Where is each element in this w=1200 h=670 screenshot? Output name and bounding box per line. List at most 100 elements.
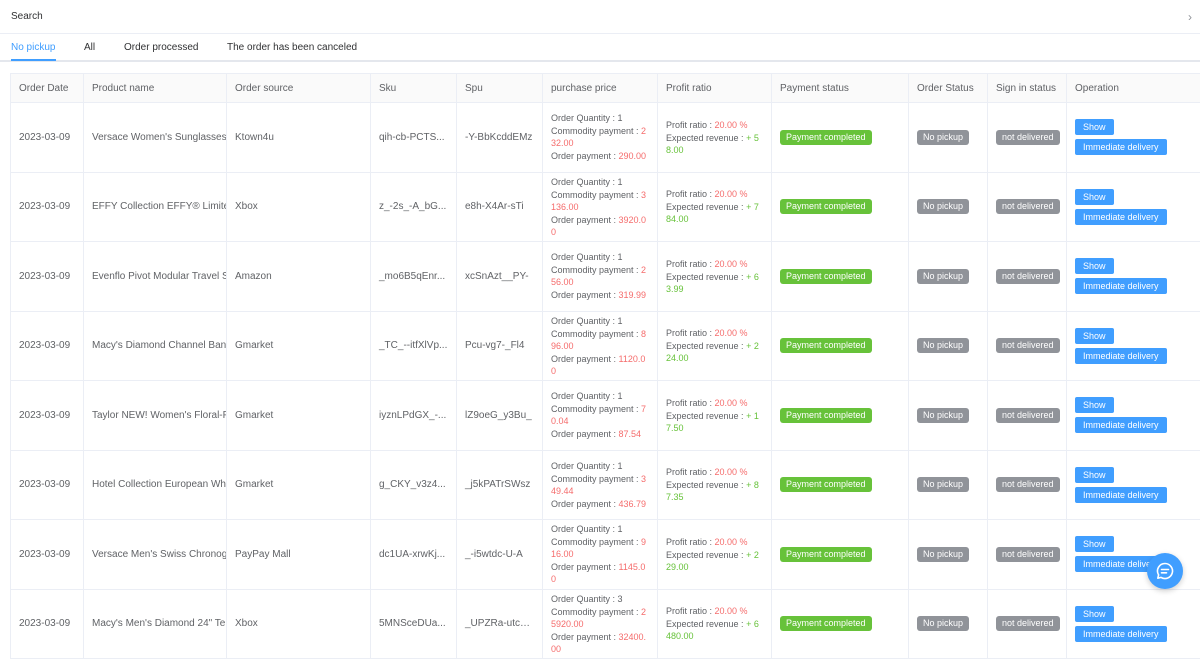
order-date: 2023-03-09 [10,449,84,520]
column-header-profit-ratio: Profit ratio [657,73,772,103]
chat-icon [1156,562,1174,580]
order-payment-label: Order payment : [551,498,619,509]
order-quantity-label: Order Quantity : [551,252,618,263]
order-quantity-label: Order Quantity : [551,460,618,471]
immediate-delivery-button[interactable]: Immediate delivery [1075,625,1167,642]
order-quantity-value: 1 [617,524,623,535]
show-button[interactable]: Show [1075,119,1114,136]
purchase-price-cell: Order Quantity : 1 Commodity payment : 70… [542,380,658,451]
profit-ratio-label: Profit ratio : [666,397,715,408]
payment-status-cell: Payment completed [771,449,909,520]
order-quantity-label: Order Quantity : [551,315,618,326]
table-row: 2023-03-09 Versace Women's Sunglasses V Kt… [10,102,1200,173]
payment-status-cell: Payment completed [771,519,909,590]
table-row: 2023-03-09 Hotel Collection European Whit… [10,449,1200,520]
order-date: 2023-03-09 [10,380,84,451]
operation-cell: Show Immediate delivery [1066,380,1200,451]
search-bar[interactable]: Search › [0,0,1200,34]
immediate-delivery-button[interactable]: Immediate delivery [1075,486,1167,503]
sign-in-status-badge: not delivered [996,199,1060,215]
tab-no-pickup[interactable]: No pickup [11,42,55,53]
purchase-price-cell: Order Quantity : 1 Commodity payment : 91… [542,519,658,590]
sign-in-status-cell: not delivered [987,171,1067,242]
commodity-payment-label: Commodity payment : [551,328,642,339]
operation-cell: Show Immediate delivery [1066,588,1200,659]
order-date: 2023-03-09 [10,241,84,312]
show-button[interactable]: Show [1075,536,1114,553]
profit-ratio-label: Profit ratio : [666,328,715,339]
profit-ratio-value: 20.00 % [714,606,748,617]
order-status-cell: No pickup [908,241,988,312]
sign-in-status-cell: not delivered [987,310,1067,381]
payment-status-badge: Payment completed [780,546,872,562]
tab-order-processed[interactable]: Order processed [124,42,198,53]
expected-revenue-label: Expected revenue : [666,619,747,630]
commodity-payment-label: Commodity payment : [551,265,642,276]
sign-in-status-cell: not delivered [987,241,1067,312]
order-status-badge: No pickup [917,268,970,284]
immediate-delivery-button[interactable]: Immediate delivery [1075,278,1167,295]
order-quantity-label: Order Quantity : [551,113,618,124]
order-date: 2023-03-09 [10,310,84,381]
immediate-delivery-button[interactable]: Immediate delivery [1075,347,1167,364]
show-button[interactable]: Show [1075,466,1114,483]
order-payment-label: Order payment : [551,151,619,162]
purchase-price-cell: Order Quantity : 1 Commodity payment : 34… [542,449,658,520]
show-button[interactable]: Show [1075,605,1114,622]
table-row: 2023-03-09 Evenflo Pivot Modular Travel S… [10,241,1200,312]
order-payment-label: Order payment : [551,562,619,573]
tab-order-canceled[interactable]: The order has been canceled [227,42,357,53]
tab-all[interactable]: All [84,42,95,53]
purchase-price-cell: Order Quantity : 1 Commodity payment : 89… [542,310,658,381]
table-row: 2023-03-09 Taylor NEW! Women's Floral-Pri… [10,380,1200,451]
chat-button[interactable] [1147,553,1183,589]
product-name: Macy's Men's Diamond 24" Tenn [83,588,227,659]
operation-cell: Show Immediate delivery [1066,171,1200,242]
order-source: Gmarket [226,310,371,381]
order-quantity-value: 3 [617,593,623,604]
sign-in-status-cell: not delivered [987,449,1067,520]
expected-revenue-label: Expected revenue : [666,410,747,421]
order-payment-label: Order payment : [551,631,619,642]
immediate-delivery-button[interactable]: Immediate delivery [1075,208,1167,225]
column-header-product-name: Product name [83,73,227,103]
expected-revenue-label: Expected revenue : [666,132,747,143]
order-payment-label: Order payment : [551,214,619,225]
column-header-order-source: Order source [226,73,371,103]
payment-status-cell: Payment completed [771,588,909,659]
profit-ratio-value: 20.00 % [714,189,748,200]
order-tabs: No pickup All Order processed The order … [0,34,1200,62]
profit-ratio-label: Profit ratio : [666,258,715,269]
order-quantity-label: Order Quantity : [551,524,618,535]
profit-ratio-cell: Profit ratio : 20.00 % Expected revenue :… [657,519,772,590]
profit-ratio-value: 20.00 % [714,258,748,269]
order-quantity-value: 1 [617,460,623,471]
order-status-cell: No pickup [908,380,988,451]
chevron-right-icon[interactable]: › [1188,10,1192,24]
payment-status-cell: Payment completed [771,171,909,242]
spu: Pcu-vg7-_Fl4 [456,310,543,381]
profit-ratio-value: 20.00 % [714,536,748,547]
profit-ratio-cell: Profit ratio : 20.00 % Expected revenue :… [657,241,772,312]
product-name: Hotel Collection European White [83,449,227,520]
show-button[interactable]: Show [1075,327,1114,344]
table-row: 2023-03-09 Macy's Diamond Channel Band Gma… [10,310,1200,381]
profit-ratio-value: 20.00 % [714,397,748,408]
order-status-badge: No pickup [917,199,970,215]
immediate-delivery-button[interactable]: Immediate delivery [1075,139,1167,156]
immediate-delivery-button[interactable]: Immediate delivery [1075,417,1167,434]
active-tab-indicator [11,59,56,61]
show-button[interactable]: Show [1075,258,1114,275]
show-button[interactable]: Show [1075,397,1114,414]
order-source: Gmarket [226,449,371,520]
table-header-row: Order Date Product name Order source Sku… [10,73,1200,103]
order-payment-value: 319.99 [618,290,647,301]
search-label: Search [11,11,43,22]
spu: e8h-X4Ar-sTi [456,171,543,242]
show-button[interactable]: Show [1075,188,1114,205]
order-source: Amazon [226,241,371,312]
column-header-sku: Sku [370,73,457,103]
profit-ratio-label: Profit ratio : [666,536,715,547]
order-status-cell: No pickup [908,449,988,520]
product-name: Versace Women's Sunglasses V [83,102,227,173]
